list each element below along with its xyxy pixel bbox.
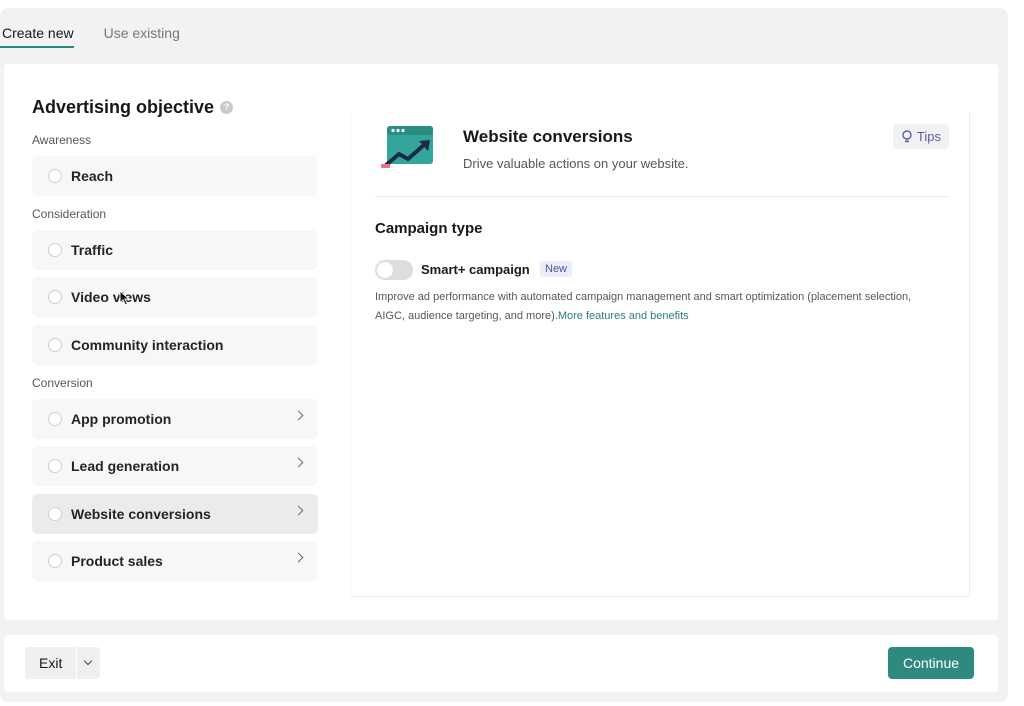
smart-campaign-description: Improve ad performance with automated ca… (375, 288, 935, 326)
divider (375, 196, 949, 197)
tab-use-existing[interactable]: Use existing (104, 8, 180, 48)
chevron-right-icon (293, 410, 304, 421)
website-conversions-icon (381, 126, 433, 168)
radio-icon[interactable] (48, 169, 62, 183)
detail-title: Website conversions (463, 127, 633, 146)
objective-detail-panel: Website conversions Drive valuable actio… (350, 112, 970, 597)
app-frame: Create new Use existing Advertising obje… (0, 8, 1008, 702)
option-label: Product sales (71, 553, 163, 569)
option-traffic[interactable]: Traffic (32, 230, 318, 270)
radio-icon[interactable] (48, 507, 62, 521)
chevron-right-icon (293, 505, 304, 516)
tab-create-new[interactable]: Create new (0, 8, 74, 48)
section-consideration: Consideration (32, 207, 107, 221)
new-badge: New (540, 261, 573, 277)
radio-icon[interactable] (48, 338, 62, 352)
radio-icon[interactable] (48, 412, 62, 426)
footer-bar: Exit Continue (4, 635, 998, 692)
option-community-interaction[interactable]: Community interaction (32, 325, 318, 365)
lightbulb-icon (902, 130, 912, 143)
option-reach[interactable]: Reach (32, 156, 318, 196)
question-circle-icon[interactable]: ? (220, 101, 234, 114)
option-product-sales[interactable]: Product sales (32, 541, 318, 581)
option-label: Reach (71, 168, 114, 184)
chevron-right-icon (293, 457, 304, 468)
option-label: Video views (71, 289, 151, 305)
smart-campaign-label: Smart+ campaign (421, 262, 530, 277)
detail-subtitle: Drive valuable actions on your website. (463, 156, 689, 171)
more-features-link[interactable]: More features and benefits (558, 310, 689, 322)
exit-button[interactable]: Exit (25, 647, 76, 679)
objective-heading: Advertising objective ? (32, 97, 234, 118)
objective-panel: Advertising objective ? Awareness Reach … (4, 64, 998, 620)
chevron-right-icon (293, 552, 304, 563)
section-awareness: Awareness (32, 133, 92, 147)
option-label: Website conversions (71, 506, 211, 522)
smart-campaign-toggle[interactable] (375, 260, 413, 280)
tips-button[interactable]: Tips (892, 124, 949, 149)
option-label: Community interaction (71, 337, 224, 353)
campaign-type-heading: Campaign type (375, 220, 483, 237)
tab-bar: Create new Use existing (0, 8, 210, 56)
continue-button[interactable]: Continue (888, 647, 974, 679)
option-lead-generation[interactable]: Lead generation (32, 446, 318, 486)
radio-icon[interactable] (48, 243, 62, 257)
option-label: Lead generation (71, 458, 180, 474)
chevron-down-icon[interactable] (76, 647, 100, 679)
option-label: App promotion (71, 411, 172, 427)
tips-label: Tips (916, 129, 941, 144)
option-app-promotion[interactable]: App promotion (32, 399, 318, 439)
section-conversion: Conversion (32, 376, 93, 390)
toggle-knob (377, 262, 393, 278)
option-website-conversions[interactable]: Website conversions (32, 494, 318, 534)
radio-icon[interactable] (48, 459, 62, 473)
option-video-views[interactable]: Video views (32, 277, 318, 317)
mouse-cursor-icon (119, 290, 131, 306)
radio-icon[interactable] (48, 554, 62, 568)
radio-icon[interactable] (48, 290, 62, 304)
option-label: Traffic (71, 242, 114, 258)
exit-button-group: Exit (25, 647, 101, 679)
objective-title: Advertising objective (32, 97, 215, 117)
